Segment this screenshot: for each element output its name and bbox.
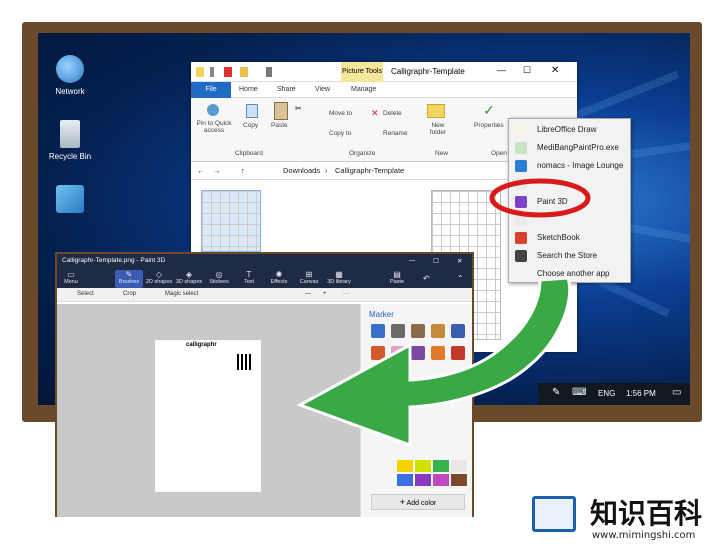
watermark: 知识百科 www.mimingshi.com [518,486,728,546]
book-lightbulb-icon [532,496,576,532]
annotation-overlay [296,178,591,448]
watermark-url: www.mimingshi.com [592,530,696,541]
highlight-ellipse [489,178,591,218]
watermark-title: 知识百科 [590,497,703,530]
green-arrow-icon [296,276,572,448]
